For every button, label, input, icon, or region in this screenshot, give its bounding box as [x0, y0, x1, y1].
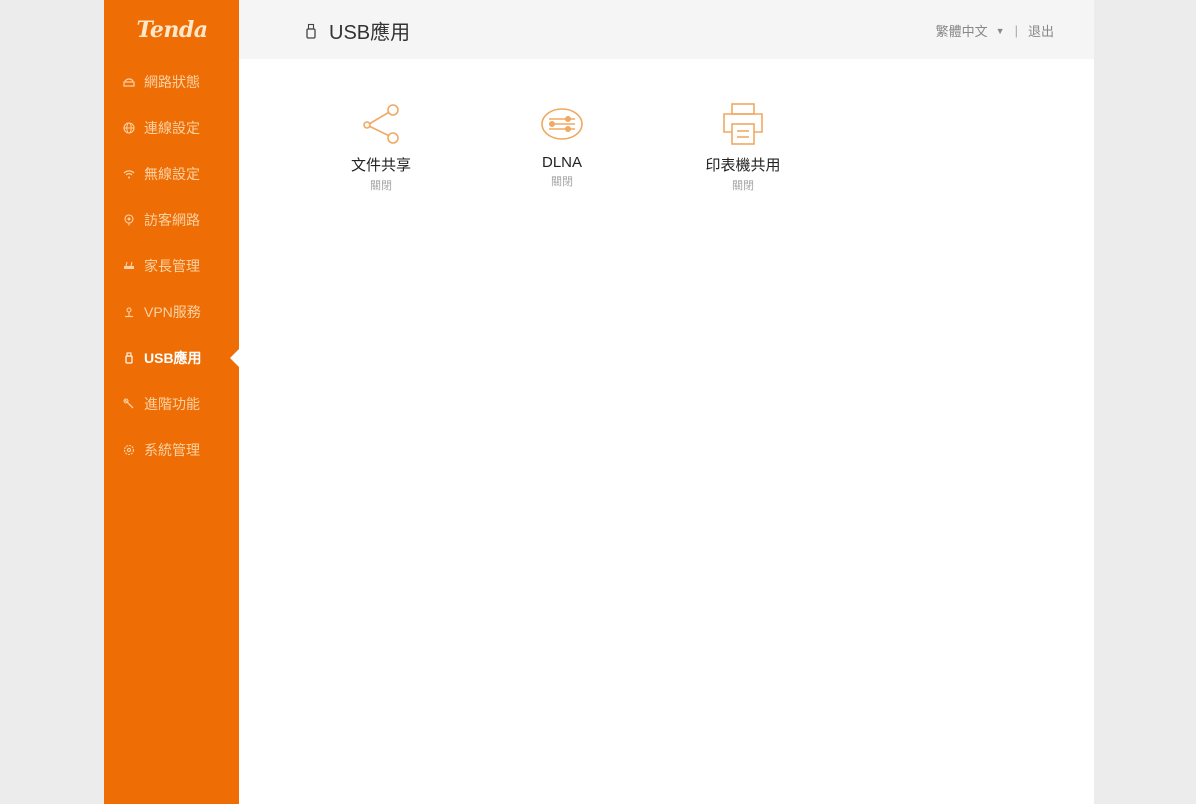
vpn-icon: [122, 305, 136, 319]
app-name: 印表機共用: [705, 157, 781, 174]
page-title: USB應用: [305, 16, 410, 45]
file-sharing-app[interactable]: 文件共享 關閉: [321, 100, 441, 193]
sidebar-item-advanced-features[interactable]: 進階功能: [104, 381, 239, 427]
sidebar-item-usb-apps[interactable]: USB應用: [104, 335, 239, 381]
gear-icon: [122, 443, 136, 457]
sidebar-item-label: 連線設定: [144, 120, 200, 136]
top-header: USB應用 繁體中文 ▼ | 退出: [239, 0, 1094, 59]
share-icon: [363, 104, 399, 144]
app-name: DLNA: [541, 154, 582, 171]
printer-icon: [723, 103, 763, 145]
sidebar-item-label: 系統管理: [144, 442, 200, 458]
sidebar-item-connection-settings[interactable]: 連線設定: [104, 105, 239, 151]
sidebar-item-label: 進階功能: [144, 396, 200, 412]
wrench-icon: [122, 397, 136, 411]
app-status: 關閉: [370, 180, 392, 192]
language-select[interactable]: 繁體中文 ▼: [936, 21, 1005, 40]
sidebar-item-wireless-settings[interactable]: 無線設定: [104, 151, 239, 197]
sidebar-item-label: 無線設定: [144, 166, 200, 182]
sidebar-item-label: 訪客網路: [144, 212, 200, 228]
sidebar-nav: 網路狀態 連線設定 無線設定 訪客網路 家長管理 VPN服務 USB應用 進階功…: [104, 59, 239, 473]
app-status: 關閉: [732, 180, 754, 192]
app-frame: Tenda 網路狀態 連線設定 無線設定 訪客網路 家長管理 VPN服務 USB…: [104, 0, 1094, 804]
usb-icon: [305, 22, 319, 40]
app-name: 文件共享: [350, 157, 411, 174]
caret-down-icon: ▼: [995, 25, 1005, 36]
guest-icon: [122, 213, 136, 227]
printer-sharing-app[interactable]: 印表機共用 關閉: [683, 100, 803, 193]
sidebar-item-parental-control[interactable]: 家長管理: [104, 243, 239, 289]
tenda-logo: Tenda: [136, 17, 208, 43]
globe-icon: [122, 121, 136, 135]
wifi-icon: [122, 167, 136, 181]
page-title-text: USB應用: [329, 22, 411, 44]
sidebar-item-guest-network[interactable]: 訪客網路: [104, 197, 239, 243]
app-status: 關閉: [551, 176, 573, 188]
header-actions: 繁體中文 ▼ | 退出: [936, 21, 1054, 40]
dlna-icon: [541, 108, 583, 140]
sidebar-item-label: VPN服務: [144, 304, 201, 320]
dlna-app[interactable]: DLNA 關閉: [502, 100, 622, 189]
router-icon: [122, 75, 136, 89]
language-label: 繁體中文: [935, 24, 988, 39]
sidebar-item-system-management[interactable]: 系統管理: [104, 427, 239, 473]
sidebar-item-label: 家長管理: [144, 258, 200, 274]
parental-control-icon: [122, 259, 136, 273]
sidebar-item-label: USB應用: [144, 350, 202, 366]
sidebar-item-network-status[interactable]: 網路狀態: [104, 59, 239, 105]
header-separator: |: [1014, 23, 1018, 38]
logout-link[interactable]: 退出: [1028, 21, 1054, 40]
sidebar-item-label: 網路狀態: [144, 74, 200, 90]
sidebar: Tenda 網路狀態 連線設定 無線設定 訪客網路 家長管理 VPN服務 USB…: [104, 0, 239, 804]
sidebar-item-vpn-service[interactable]: VPN服務: [104, 289, 239, 335]
usb-icon: [122, 351, 136, 365]
usb-app-list: 文件共享 關閉 DLNA 關閉 印表機共用 關閉: [239, 100, 1094, 210]
